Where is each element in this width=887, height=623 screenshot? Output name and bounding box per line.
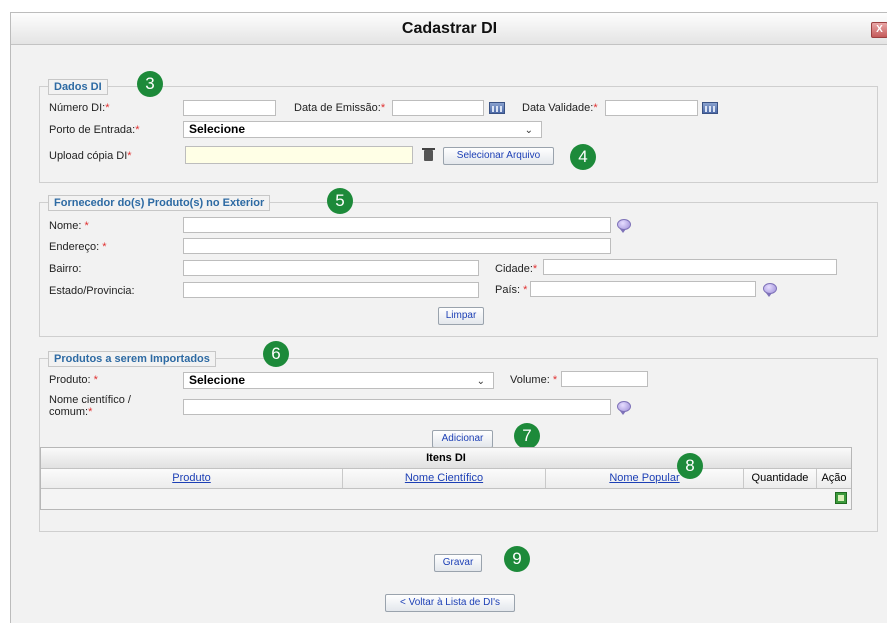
limpar-button[interactable]: Limpar [438, 307, 484, 325]
itens-di-header-row: Produto Nome Científico Nome Popular Qua… [41, 469, 851, 489]
data-validade-label: Data Validade:* [522, 102, 598, 114]
annotation-badge-4: 4 [570, 144, 596, 170]
column-nome-cientifico[interactable]: Nome Científico [343, 469, 546, 488]
pais-input[interactable] [530, 281, 756, 297]
annotation-badge-7: 7 [514, 423, 540, 449]
excel-export-icon[interactable] [835, 492, 847, 504]
cidade-label: Cidade:* [495, 263, 538, 275]
gravar-button[interactable]: Gravar [434, 554, 482, 572]
speech-bubble-icon[interactable] [617, 401, 631, 415]
column-nome-popular[interactable]: Nome Popular [546, 469, 744, 488]
annotation-badge-6: 6 [263, 341, 289, 367]
annotation-badge-9: 9 [504, 546, 530, 572]
bairro-label: Bairro: [49, 263, 82, 275]
itens-di-table: Itens DI Produto Nome Científico Nome Po… [40, 447, 852, 510]
produtos-legend: Produtos a serem Importados [48, 351, 216, 367]
select-file-button[interactable]: Selecionar Arquivo [443, 147, 554, 165]
upload-copia-label: Upload cópia DI* [49, 150, 132, 162]
speech-bubble-icon[interactable] [763, 283, 777, 297]
produto-label: Produto: * [49, 374, 98, 386]
data-validade-input[interactable] [605, 100, 698, 116]
numero-di-label: Número DI:* [49, 102, 110, 114]
annotation-badge-3: 3 [137, 71, 163, 97]
data-emissao-input[interactable] [392, 100, 484, 116]
close-icon[interactable]: X [871, 22, 887, 38]
itens-di-body [41, 489, 851, 509]
nome-label: Nome: * [49, 220, 89, 232]
nome-input[interactable] [183, 217, 611, 233]
column-acao: Ação [821, 472, 847, 484]
annotation-badge-8: 8 [677, 453, 703, 479]
chevron-down-icon: ⌄ [476, 376, 485, 387]
calendar-icon[interactable] [702, 102, 718, 114]
calendar-icon[interactable] [489, 102, 505, 114]
data-emissao-label: Data de Emissão:* [294, 102, 386, 114]
porto-entrada-select[interactable]: Selecione ⌄ [183, 121, 542, 138]
annotation-badge-5: 5 [327, 188, 353, 214]
speech-bubble-icon[interactable] [617, 219, 631, 233]
estado-input[interactable] [183, 282, 479, 298]
chevron-down-icon: ⌄ [524, 125, 533, 136]
estado-label: Estado/Provincia: [49, 285, 135, 297]
dados-di-legend: Dados DI [48, 79, 108, 95]
cidade-input[interactable] [543, 259, 837, 275]
pais-label: País: * [495, 284, 528, 296]
produto-select[interactable]: Selecione ⌄ [183, 372, 494, 389]
column-produto[interactable]: Produto [41, 469, 343, 488]
volume-input[interactable] [561, 371, 648, 387]
nome-cientifico-label: Nome científico / comum:* [49, 394, 131, 418]
numero-di-input[interactable] [183, 100, 276, 116]
dialog-title: Cadastrar DI [401, 20, 498, 37]
itens-di-title: Itens DI [41, 448, 851, 469]
fornecedor-legend: Fornecedor do(s) Produto(s) no Exterior [48, 195, 271, 211]
trash-icon[interactable] [422, 148, 435, 161]
nome-cientifico-input[interactable] [183, 399, 611, 415]
porto-entrada-label: Porto de Entrada:* [49, 124, 140, 136]
title-bar: Cadastrar DI X [11, 13, 887, 45]
bairro-input[interactable] [183, 260, 479, 276]
endereco-label: Endereço: * [49, 241, 107, 253]
upload-file-input[interactable] [185, 146, 413, 164]
adicionar-button[interactable]: Adicionar [432, 430, 493, 448]
volume-label: Volume: * [510, 374, 558, 386]
endereco-input[interactable] [183, 238, 611, 254]
voltar-lista-button[interactable]: < Voltar à Lista de DI's [385, 594, 515, 612]
column-quantidade: Quantidade [744, 469, 817, 488]
